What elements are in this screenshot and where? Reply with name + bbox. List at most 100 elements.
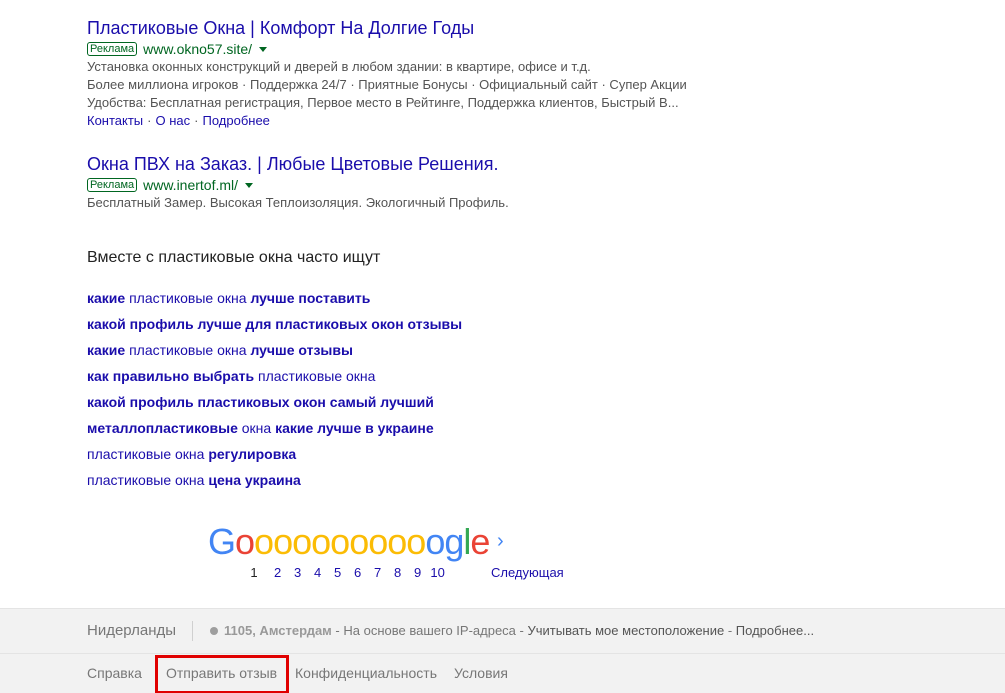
logo-letter: o (368, 521, 388, 562)
related-search-link[interactable]: как правильно выбрать пластиковые окна (87, 368, 375, 384)
sitelink-more[interactable]: Подробнее (202, 113, 269, 128)
footer-links-row: Справка Отправить отзыв Конфиденциальнос… (0, 654, 1005, 693)
ad-description-line: Бесплатный Замер. Высокая Теплоизоляция.… (87, 195, 509, 210)
logo-letter: o (425, 521, 445, 562)
location-basis: На основе вашего IP-адреса (343, 623, 516, 638)
related-search-text: пластиковые окна (254, 368, 376, 384)
related-search-item: какой профиль лучше для пластиковых окон… (87, 314, 462, 340)
dropdown-arrow-icon[interactable] (259, 47, 268, 52)
location-more-link[interactable]: Подробнее... (736, 623, 814, 638)
related-search-link[interactable]: какие пластиковые окна лучше поставить (87, 290, 370, 306)
page-number-link[interactable]: 6 (348, 565, 368, 581)
related-search-link[interactable]: металлопластиковые окна какие лучше в ук… (87, 420, 434, 436)
related-search-link[interactable]: пластиковые окна цена украина (87, 472, 301, 488)
chevron-right-icon[interactable]: › (497, 530, 504, 553)
sitelink-contacts[interactable]: Контакты (87, 113, 143, 128)
current-page-number: 1 (250, 565, 258, 580)
logo-letter: o (311, 521, 331, 562)
related-search-bold-text: какие (87, 290, 126, 306)
ad-result-2: Окна ПВХ на Заказ. | Любые Цветовые Реше… (87, 152, 707, 212)
ad-description-line: Более миллиона игроков · Поддержка 24/7 … (87, 77, 687, 92)
logo-letter: o (349, 521, 369, 562)
ad-url-row: Реклама www.okno57.site/ (87, 40, 707, 58)
related-search-text: окна (237, 420, 276, 436)
related-search-bold-text: какие (87, 342, 126, 358)
ad-sitelinks: Контакты · О нас · Подробнее (87, 112, 707, 130)
page-number-link[interactable]: 4 (308, 565, 328, 581)
location-city: 1105, Амстердам (224, 623, 332, 638)
footer-location-row: Нидерланды 1105, Амстердам - На основе в… (0, 609, 1005, 654)
ad-url: www.inertof.ml/ (143, 177, 239, 193)
logo-letter: o (406, 521, 426, 562)
related-search-bold-text: как правильно выбрать (87, 368, 255, 384)
related-search-item: как правильно выбрать пластиковые окна (87, 366, 462, 392)
sitelink-about[interactable]: О нас (156, 113, 191, 128)
logo-letter: o (330, 521, 350, 562)
help-link[interactable]: Справка (87, 654, 142, 692)
privacy-link[interactable]: Конфиденциальность (295, 654, 437, 692)
related-search-bold-text: лучше поставить (250, 290, 371, 306)
page-number-link[interactable]: 8 (388, 565, 408, 581)
related-search-link[interactable]: какой профиль лучше для пластиковых окон… (87, 316, 462, 332)
sitelink-separator: · (147, 113, 152, 128)
ad-url-row: Реклама www.inertof.ml/ (87, 176, 707, 194)
logo-letter: o (387, 521, 407, 562)
related-search-item: какие пластиковые окна лучше поставить (87, 288, 462, 314)
ad-badge: Реклама (87, 42, 138, 56)
ad-description-line: Установка оконных конструкций и дверей в… (87, 59, 591, 74)
related-search-bold-text: какие лучше в украине (275, 420, 434, 436)
page-number-link[interactable]: 10 (428, 565, 448, 581)
location-separator: - (331, 623, 344, 638)
related-searches-list: какие пластиковые окна лучше поставить ка… (87, 288, 462, 496)
related-searches-heading: Вместе с пластиковые окна часто ищут (87, 249, 381, 266)
ad-badge: Реклама (87, 178, 138, 192)
country-label: Нидерланды (87, 622, 177, 639)
related-search-item: какие пластиковые окна лучше отзывы (87, 340, 462, 366)
location-separator: - (724, 623, 736, 638)
related-search-link[interactable]: какой профиль пластиковых окон самый луч… (87, 394, 434, 410)
page-number-link[interactable]: 2 (268, 565, 288, 581)
logo-letter: o (273, 521, 293, 562)
terms-link[interactable]: Условия (454, 654, 508, 692)
google-pagination-logo: Gooooooooooogle (208, 521, 490, 562)
related-search-item: пластиковые окна регулировка (87, 444, 462, 470)
location-separator: - (515, 623, 528, 638)
page-number-link[interactable]: 7 (368, 565, 388, 581)
related-search-bold-text: металлопластиковые (87, 420, 238, 436)
use-my-location-link[interactable]: Учитывать мое местоположение (527, 623, 724, 638)
related-search-link[interactable]: пластиковые окна регулировка (87, 446, 296, 462)
related-search-bold-text: регулировка (208, 446, 297, 462)
logo-letter: e (470, 521, 490, 562)
ad-result-1: Пластиковые Окна | Комфорт На Долгие Год… (87, 16, 707, 130)
related-search-item: какой профиль пластиковых окон самый луч… (87, 392, 462, 418)
related-search-bold-text: какой профиль пластиковых окон самый луч… (87, 394, 434, 410)
related-search-bold-text: цена украина (208, 472, 301, 488)
footer: Нидерланды 1105, Амстердам - На основе в… (0, 608, 1005, 693)
page-number-link[interactable]: 3 (288, 565, 308, 581)
logo-letter: G (208, 521, 236, 562)
logo-letter: g (444, 521, 464, 562)
related-search-text: пластиковые окна (125, 290, 251, 306)
dropdown-arrow-icon[interactable] (245, 183, 254, 188)
page-number-link[interactable]: 9 (408, 565, 428, 581)
related-search-bold-text: какой профиль лучше для пластиковых окон… (87, 316, 463, 332)
divider (192, 621, 193, 641)
ad-url: www.okno57.site/ (143, 41, 253, 57)
send-feedback-link[interactable]: Отправить отзыв (166, 654, 277, 692)
page-number-link[interactable]: 5 (328, 565, 348, 581)
sitelink-separator: · (194, 113, 199, 128)
next-page-link[interactable]: Следующая (491, 565, 564, 581)
location-dot-icon (210, 627, 218, 635)
logo-letter: o (292, 521, 312, 562)
related-search-text: пластиковые окна (87, 472, 209, 488)
ad-title-link[interactable]: Окна ПВХ на Заказ. | Любые Цветовые Реше… (87, 152, 707, 176)
page-numbers: 1 2 3 4 5 6 7 8 9 10 (244, 565, 448, 581)
search-results-page: Пластиковые Окна | Комфорт На Долгие Год… (0, 0, 1005, 693)
ad-title-link[interactable]: Пластиковые Окна | Комфорт На Долгие Год… (87, 16, 707, 40)
related-search-item: металлопластиковые окна какие лучше в ук… (87, 418, 462, 444)
related-search-text: пластиковые окна (87, 446, 209, 462)
logo-letter: o (235, 521, 255, 562)
related-search-link[interactable]: какие пластиковые окна лучше отзывы (87, 342, 353, 358)
related-search-bold-text: лучше отзывы (250, 342, 353, 358)
related-search-item: пластиковые окна цена украина (87, 470, 462, 496)
